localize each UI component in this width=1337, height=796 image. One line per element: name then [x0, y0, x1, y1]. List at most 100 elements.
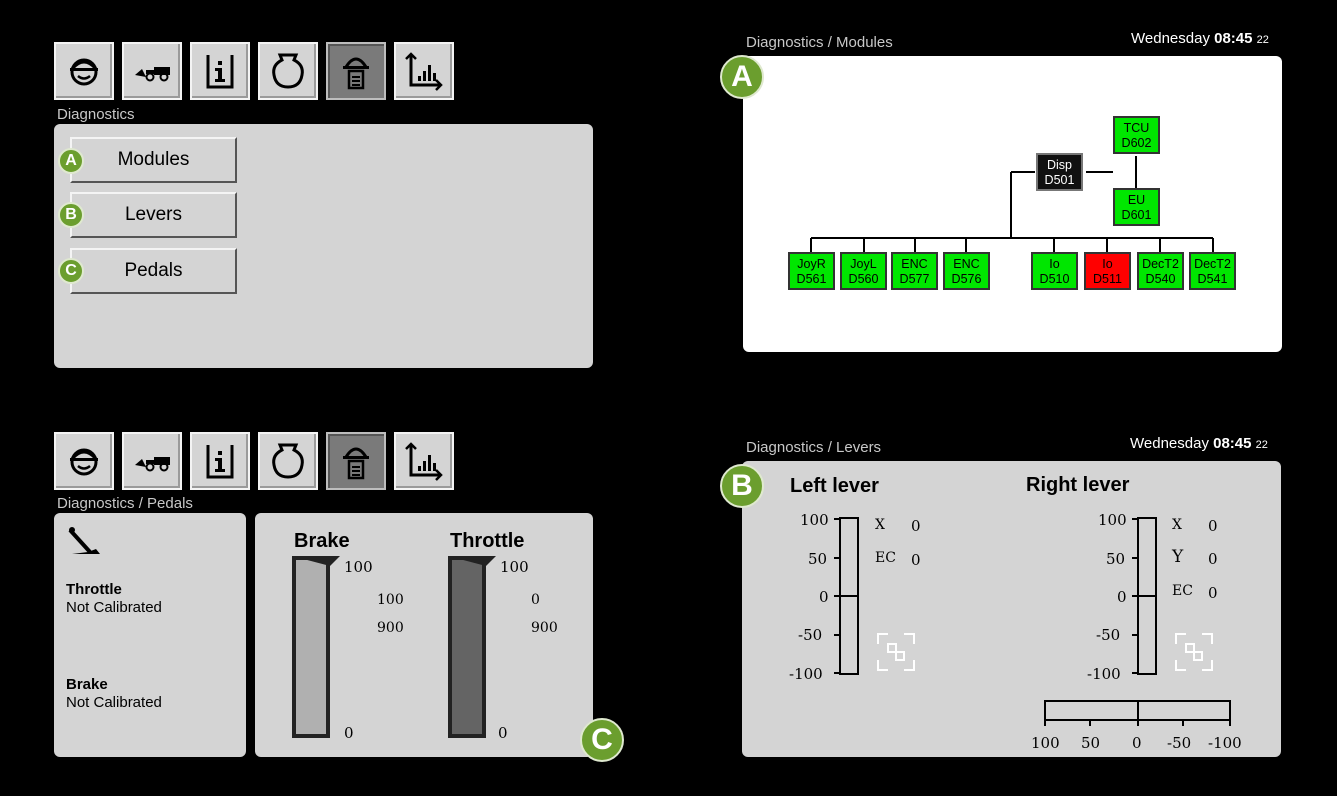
machine-tab[interactable]: [122, 432, 182, 490]
badge-c-large: C: [580, 718, 624, 762]
module-tree-lines: [810, 156, 1214, 252]
operator-icon: [70, 448, 98, 476]
h-tick-minus50: -50: [1167, 734, 1192, 752]
throttle-title: Throttle: [66, 581, 122, 598]
right-tick-0: 0: [1117, 588, 1127, 606]
module-id: D602: [1121, 136, 1152, 150]
breadcrumb: Diagnostics: [57, 106, 135, 123]
levers-button[interactable]: Levers: [70, 192, 237, 238]
info-tab[interactable]: [190, 42, 250, 100]
right-y-label: Y: [1172, 547, 1184, 567]
diagnostics-icon: [343, 447, 369, 480]
machine-tab[interactable]: [122, 42, 182, 100]
engine-tab[interactable]: [258, 42, 318, 100]
engine-tab[interactable]: [258, 432, 318, 490]
right-ec-label: EC: [1172, 583, 1193, 599]
engine-icon: [272, 53, 304, 89]
levers-label: Levers: [124, 204, 183, 225]
clock-time: 08:45: [1214, 30, 1253, 47]
module-name: ENC: [901, 257, 928, 271]
left-tick-0: 0: [819, 588, 829, 606]
brake-reading-2: 900: [377, 620, 404, 636]
module-name: DecT2: [1194, 257, 1231, 271]
module-dect2-d541[interactable]: DecT2 D541: [1189, 252, 1236, 290]
brake-bottom-value: 0: [344, 724, 354, 742]
throttle-reading-2: 900: [531, 620, 558, 636]
module-io-d511[interactable]: Io D511: [1084, 252, 1131, 290]
diagnostics-tab[interactable]: [326, 42, 386, 100]
left-lever-button-icon: [877, 633, 915, 671]
trends-tab[interactable]: [394, 42, 454, 100]
left-lever-title: Left lever: [790, 475, 879, 497]
h-tick-0: 0: [1132, 734, 1142, 752]
brake-gauge-title: Brake: [294, 530, 350, 552]
brake-gauge: [292, 556, 340, 738]
brake-title: Brake: [66, 676, 108, 693]
left-tick-100: 100: [800, 511, 829, 529]
right-lever-button-icon: [1175, 633, 1213, 671]
module-name: JoyR: [797, 257, 826, 271]
clock-seconds: 22: [1255, 439, 1268, 451]
module-name: TCU: [1123, 121, 1150, 135]
right-tick-50: 50: [1106, 550, 1126, 568]
clock-day: Wednesday: [1131, 30, 1210, 47]
module-id: D576: [951, 272, 982, 286]
brake-reading-1: 100: [377, 592, 404, 608]
badge-c: C: [58, 258, 84, 284]
loader-icon: [135, 67, 170, 82]
module-tcu[interactable]: TCU D602: [1113, 116, 1160, 154]
left-x-label: X: [875, 517, 885, 533]
module-io-d510[interactable]: Io D510: [1031, 252, 1078, 290]
right-lever-horizontal-scale: [1044, 700, 1231, 726]
chart-icon: [405, 442, 443, 481]
breadcrumb: Diagnostics / Pedals: [57, 495, 193, 512]
pedals-label: Pedals: [124, 260, 183, 281]
right-lever-scale: [1132, 517, 1157, 675]
module-disp[interactable]: Disp D501: [1036, 153, 1083, 191]
clock-day: Wednesday: [1130, 435, 1209, 452]
clock: Wednesday 08:45 22: [1131, 30, 1269, 47]
module-joyr[interactable]: JoyR D561: [788, 252, 835, 290]
module-name: JoyL: [850, 257, 877, 271]
clock-time: 08:45: [1213, 435, 1252, 452]
right-tick-minus100: -100: [1087, 665, 1121, 683]
module-id: D601: [1121, 208, 1152, 222]
module-id: D501: [1044, 173, 1075, 187]
right-ec-value: 0: [1208, 584, 1218, 602]
diagnostics-icon: [343, 57, 369, 90]
loader-icon: [135, 457, 170, 472]
module-name: ENC: [953, 257, 980, 271]
engine-icon: [272, 443, 304, 479]
module-enc-d577[interactable]: ENC D577: [891, 252, 938, 290]
left-ec-label: EC: [875, 550, 896, 566]
operator-tab[interactable]: [54, 42, 114, 100]
module-eu[interactable]: EU D601: [1113, 188, 1160, 226]
brake-status: Not Calibrated: [66, 694, 162, 711]
module-id: D540: [1145, 272, 1176, 286]
operator-tab[interactable]: [54, 432, 114, 490]
left-x-value: 0: [911, 517, 921, 535]
info-tab[interactable]: [190, 432, 250, 490]
left-ec-value: 0: [911, 551, 921, 569]
h-tick-minus100: -100: [1208, 734, 1242, 752]
right-x-label: X: [1172, 517, 1182, 533]
module-name: DecT2: [1142, 257, 1179, 271]
module-name: EU: [1127, 193, 1146, 207]
module-joyl[interactable]: JoyL D560: [840, 252, 887, 290]
module-name: Io: [1102, 257, 1113, 271]
trends-tab[interactable]: [394, 432, 454, 490]
main-toolbar-bottom: [54, 432, 454, 490]
throttle-gauge-title: Throttle: [450, 530, 525, 552]
module-name: Disp: [1046, 158, 1072, 172]
left-tick-minus100: -100: [789, 665, 823, 683]
right-tick-100: 100: [1098, 511, 1127, 529]
throttle-bottom-value: 0: [498, 724, 508, 742]
modules-button[interactable]: Modules: [70, 137, 237, 183]
module-enc-d576[interactable]: ENC D576: [943, 252, 990, 290]
brake-top-value: 100: [344, 558, 373, 576]
diagnostics-tab[interactable]: [326, 432, 386, 490]
pedals-button[interactable]: Pedals: [70, 248, 237, 294]
breadcrumb: Diagnostics / Modules: [746, 34, 893, 51]
badge-a-large: A: [720, 55, 764, 99]
module-dect2-d540[interactable]: DecT2 D540: [1137, 252, 1184, 290]
